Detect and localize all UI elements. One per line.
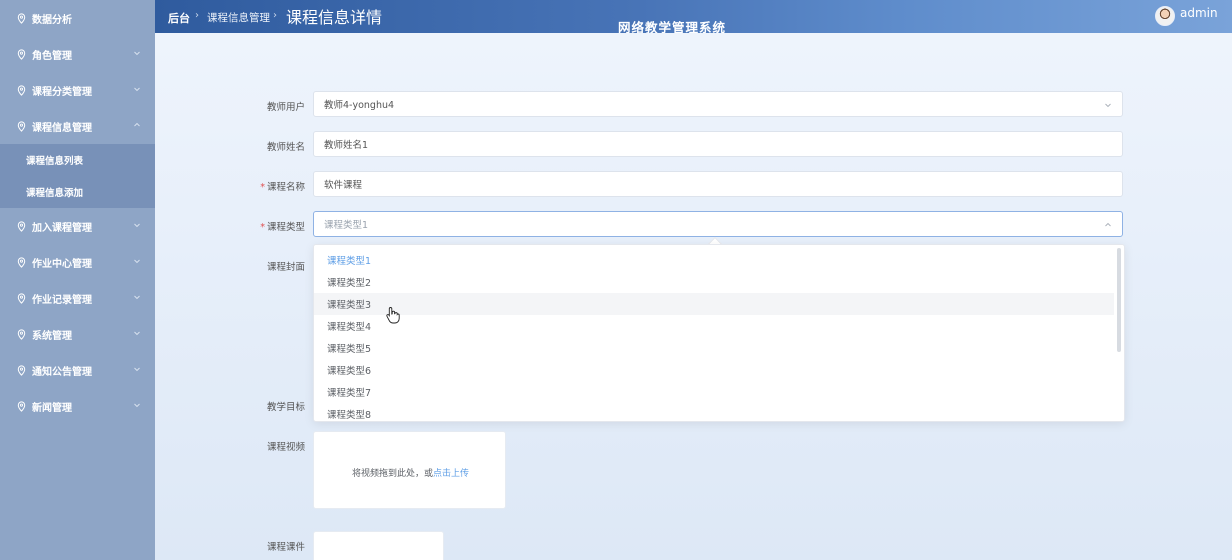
chevron-up-icon (134, 122, 140, 127)
course-video-label: 课程视频 (266, 442, 305, 453)
location-pin-icon (17, 256, 26, 268)
avatar[interactable] (1155, 6, 1175, 26)
sidebar-item-label: 加入课程管理 (32, 222, 92, 234)
sidebar-item-news[interactable]: 新闻管理 (0, 388, 155, 424)
location-pin-icon (17, 220, 26, 232)
teacher-name-label: 教师姓名 (266, 142, 305, 153)
upload-link[interactable]: 点击上传 (433, 469, 469, 479)
course-type-dropdown: 课程类型1 课程类型2 课程类型3 课程类型4 课程类型5 课程类型6 课程类型… (313, 244, 1125, 422)
teaching-goal-label: 教学目标 (266, 402, 305, 413)
sidebar-item-system[interactable]: 系统管理 (0, 316, 155, 352)
breadcrumb-home[interactable]: 后台 (168, 10, 190, 26)
sidebar-item-course-info[interactable]: 课程信息管理 (0, 108, 155, 144)
dropdown-option[interactable]: 课程类型4 (314, 315, 1114, 337)
course-cover-label: 课程封面 (266, 262, 305, 273)
breadcrumb-separator: › (273, 10, 277, 21)
sidebar-item-label: 系统管理 (32, 330, 72, 342)
sidebar-item-homework-record[interactable]: 作业记录管理 (0, 280, 155, 316)
top-header: 后台 › 课程信息管理 › 课程信息详情 网络教学管理系统 admin (155, 0, 1232, 35)
sidebar-item-label: 新闻管理 (32, 402, 72, 414)
sidebar: 数据分析 角色管理 课程分类管理 课程信息管理 课程信息列表 课程信息添加 加入… (0, 0, 155, 560)
teacher-user-label: 教师用户 (266, 102, 305, 113)
sidebar-item-label: 作业记录管理 (32, 294, 92, 306)
dropdown-option[interactable]: 课程类型1 (314, 249, 1114, 271)
location-pin-icon (17, 328, 26, 340)
location-pin-icon (17, 120, 26, 132)
sidebar-item-label: 课程分类管理 (32, 86, 92, 98)
course-name-value: 软件课程 (324, 180, 363, 191)
sidebar-item-homework-center[interactable]: 作业中心管理 (0, 244, 155, 280)
course-name-label: * 课程名称 (260, 182, 305, 193)
course-type-placeholder: 课程类型1 (324, 220, 369, 231)
breadcrumb-separator: › (195, 10, 199, 21)
required-mark: * (260, 182, 265, 193)
location-pin-icon (17, 12, 26, 24)
dropdown-option[interactable]: 课程类型3 (314, 293, 1114, 315)
sidebar-item-label: 数据分析 (32, 14, 72, 26)
location-pin-icon (17, 400, 26, 412)
dropdown-option[interactable]: 课程类型5 (314, 337, 1114, 359)
course-ware-label: 课程课件 (266, 542, 305, 553)
main-content: 教师用户 教师4-yonghu4 教师姓名 教师姓名1 * 课程名称 软件课程 *… (155, 33, 1232, 560)
sidebar-item-label: 通知公告管理 (32, 366, 92, 378)
sidebar-item-label: 作业中心管理 (32, 258, 92, 270)
dropdown-option[interactable]: 课程类型8 (314, 403, 1114, 421)
breadcrumb-parent[interactable]: 课程信息管理 (207, 10, 270, 25)
sidebar-item-label: 课程信息管理 (32, 122, 92, 134)
chevron-down-icon (134, 87, 140, 92)
teacher-user-select[interactable]: 教师4-yonghu4 (313, 91, 1123, 117)
submenu-item-label: 课程信息列表 (26, 156, 84, 167)
chevron-down-icon (134, 223, 140, 228)
course-type-label: * 课程类型 (260, 222, 305, 233)
chevron-down-icon (134, 259, 140, 264)
submenu-item-label: 课程信息添加 (26, 188, 84, 199)
course-video-upload[interactable]: 将视频拖到此处，或点击上传 (313, 431, 506, 509)
chevron-down-icon (134, 403, 140, 408)
chevron-up-icon (1105, 222, 1111, 227)
sidebar-item-notice[interactable]: 通知公告管理 (0, 352, 155, 388)
teacher-name-value: 教师姓名1 (324, 140, 369, 151)
location-pin-icon (17, 48, 26, 60)
dropdown-option[interactable]: 课程类型7 (314, 381, 1114, 403)
chevron-down-icon (134, 367, 140, 372)
submenu-item-course-add[interactable]: 课程信息添加 (0, 176, 155, 208)
username[interactable]: admin (1180, 6, 1218, 20)
sidebar-item-label: 角色管理 (32, 50, 72, 62)
required-mark: * (260, 222, 265, 233)
teacher-name-field[interactable]: 教师姓名1 (313, 131, 1123, 157)
dropdown-scrollbar[interactable] (1117, 248, 1121, 352)
page-title: 课程信息详情 (286, 8, 383, 27)
location-pin-icon (17, 292, 26, 304)
submenu-item-course-list[interactable]: 课程信息列表 (0, 144, 155, 176)
chevron-down-icon (134, 331, 140, 336)
hand-cursor-icon (386, 307, 400, 324)
chevron-down-icon (134, 295, 140, 300)
course-name-field[interactable]: 软件课程 (313, 171, 1123, 197)
location-pin-icon (17, 84, 26, 96)
course-type-select[interactable]: 课程类型1 (313, 211, 1123, 237)
sidebar-item-join-course[interactable]: 加入课程管理 (0, 208, 155, 244)
course-ware-upload[interactable] (313, 531, 444, 560)
dropdown-option[interactable]: 课程类型2 (314, 271, 1114, 293)
sidebar-item-course-category[interactable]: 课程分类管理 (0, 72, 155, 108)
teacher-user-value: 教师4-yonghu4 (324, 100, 395, 111)
upload-hint: 将视频拖到此处，或点击上传 (352, 469, 470, 479)
sidebar-item-role-management[interactable]: 角色管理 (0, 36, 155, 72)
chevron-down-icon (134, 51, 140, 56)
chevron-down-icon (1105, 103, 1111, 108)
submenu-course-info: 课程信息列表 课程信息添加 (0, 144, 155, 208)
location-pin-icon (17, 364, 26, 376)
dropdown-option[interactable]: 课程类型6 (314, 359, 1114, 381)
sidebar-item-data-analysis[interactable]: 数据分析 (0, 0, 155, 36)
